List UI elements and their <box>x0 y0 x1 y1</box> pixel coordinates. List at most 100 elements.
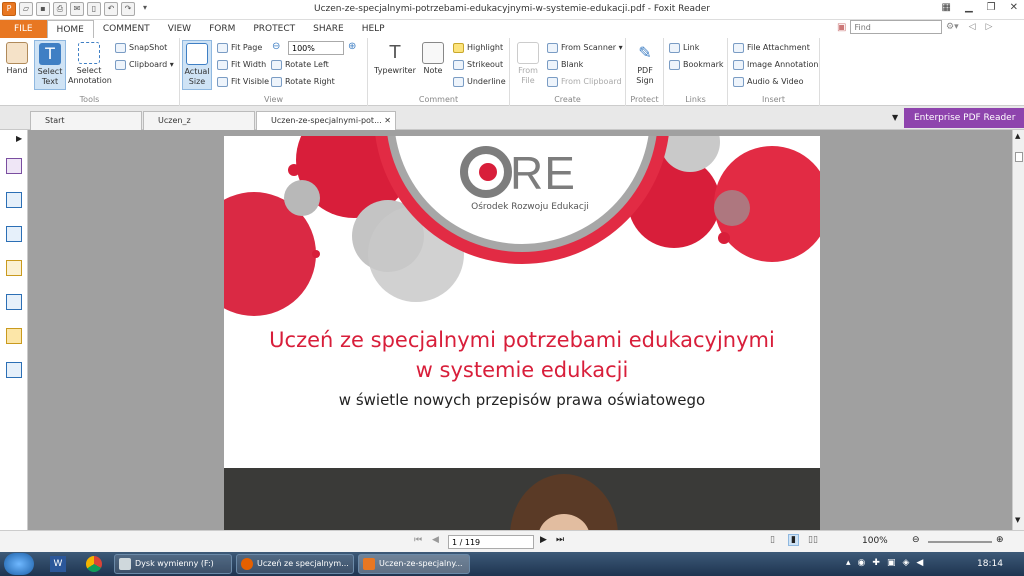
close-tab-icon[interactable]: ✕ <box>384 112 391 130</box>
scroll-thumb[interactable] <box>1015 152 1023 162</box>
enterprise-banner[interactable]: Enterprise PDF Reader <box>904 108 1024 128</box>
audio-video-label: Audio & Video <box>747 77 804 86</box>
underline-button[interactable]: Underline <box>452 75 506 89</box>
start-button[interactable] <box>4 553 34 575</box>
actual-size-button[interactable]: Actual Size <box>182 40 212 90</box>
continuous-view-icon[interactable]: ▮ <box>788 534 799 546</box>
tab-file[interactable]: FILE <box>0 20 47 38</box>
doc-tab-asperger[interactable]: Uczen_z zespolem_Asp... <box>143 111 255 143</box>
strikeout-button[interactable]: Strikeout <box>452 58 503 72</box>
taskbar-clock[interactable]: 18:14 <box>960 552 1020 576</box>
facing-view-icon[interactable]: ▯▯ <box>808 535 818 545</box>
last-page-icon[interactable]: ⏭ <box>556 535 564 545</box>
first-page-icon[interactable]: ⏮ <box>414 535 422 545</box>
zoom-out-icon[interactable]: ⊖ <box>272 41 280 52</box>
comments-panel-icon[interactable] <box>6 260 22 276</box>
signature-panel-icon[interactable] <box>6 362 22 378</box>
doc-tab-current[interactable]: Uczen-ze-specjalnymi-pot... ✕ <box>256 111 396 130</box>
tray-app-icon[interactable]: ✚ <box>872 558 880 568</box>
tray-app-icon[interactable]: ▣ <box>887 558 896 568</box>
taskbar-item-removable-drive[interactable]: Dysk wymienny (F:) <box>114 554 232 574</box>
from-file-button[interactable]: From File <box>514 40 542 90</box>
word-taskbar-icon[interactable]: W <box>50 556 66 572</box>
clipboard-button[interactable]: Clipboard ▾ <box>114 58 174 72</box>
taskbar-item-firefox[interactable]: Uczeń ze specjalnym... <box>236 554 354 574</box>
tab-view[interactable]: VIEW <box>159 20 200 38</box>
fit-visible-label: Fit Visible <box>231 77 270 86</box>
rotate-right-button[interactable]: Rotate Right <box>270 75 335 89</box>
rotate-left-icon <box>271 60 282 70</box>
next-view-icon[interactable]: ▷ <box>986 22 993 32</box>
tray-expand-icon[interactable]: ▴ <box>846 558 851 568</box>
previous-view-icon[interactable]: ◁ <box>969 22 976 32</box>
scroll-up-icon[interactable]: ▲ <box>1015 132 1020 140</box>
find-options-icon[interactable]: ▣ <box>837 22 846 33</box>
restore-icon[interactable]: ❐ <box>987 2 996 13</box>
zoom-plus-icon[interactable]: ⊕ <box>996 535 1004 545</box>
find-input[interactable] <box>850 20 943 34</box>
rotate-left-button[interactable]: Rotate Left <box>270 58 329 72</box>
underline-icon <box>453 77 464 87</box>
tab-comment[interactable]: COMMENT <box>94 20 159 38</box>
create-group-label: Create <box>554 95 581 104</box>
from-clipboard-button[interactable]: From Clipboard <box>546 75 622 89</box>
layers-panel-icon[interactable] <box>6 226 22 242</box>
attachments-panel-icon[interactable] <box>6 294 22 310</box>
select-text-button[interactable]: T Select Text <box>34 40 66 90</box>
next-page-icon[interactable]: ▶ <box>540 535 547 545</box>
pen-sign-icon: ✎ <box>638 43 652 62</box>
bookmarks-panel-icon[interactable] <box>6 158 22 174</box>
bookmark-icon <box>669 60 680 70</box>
scroll-down-icon[interactable]: ▼ <box>1015 516 1020 524</box>
tab-help[interactable]: HELP <box>353 20 394 38</box>
zoom-in-icon[interactable]: ⊕ <box>348 41 356 52</box>
vertical-scrollbar[interactable]: ▲ ▼ <box>1012 130 1024 530</box>
zoom-slider[interactable] <box>928 541 992 543</box>
doc-tab-start-label: Start <box>45 116 65 125</box>
pages-panel-icon[interactable] <box>6 192 22 208</box>
tab-share[interactable]: SHARE <box>304 20 353 38</box>
doc-tab-start[interactable]: Start <box>30 111 142 130</box>
from-clipboard-label: From Clipboard <box>561 77 622 86</box>
fit-visible-button[interactable]: Fit Visible <box>216 75 269 89</box>
pdf-sign-button[interactable]: ✎ PDF Sign <box>629 40 661 90</box>
note-button[interactable]: Note <box>420 40 446 90</box>
snapshot-button[interactable]: SnapShot <box>114 41 167 55</box>
audio-video-button[interactable]: Audio & Video <box>732 75 803 89</box>
page-number-input[interactable] <box>448 535 534 549</box>
file-attachment-button[interactable]: File Attachment <box>732 41 810 55</box>
fit-width-button[interactable]: Fit Width <box>216 58 266 72</box>
ribbon-options-icon[interactable]: ▦ <box>941 2 950 13</box>
document-viewer[interactable]: RE Ośrodek Rozwoju Edukacji Uczeń ze spe… <box>28 130 1012 530</box>
blank-button[interactable]: Blank <box>546 58 583 72</box>
image-annotation-button[interactable]: Image Annotation <box>732 58 818 72</box>
tabs-dropdown-icon[interactable]: ▼ <box>892 113 898 122</box>
from-scanner-button[interactable]: From Scanner ▾ <box>546 41 623 55</box>
zoom-input[interactable] <box>288 41 344 55</box>
tab-form[interactable]: FORM <box>200 20 244 38</box>
minimize-icon[interactable]: ▁ <box>965 2 973 13</box>
taskbar-item-foxit-label: Uczen-ze-specjalny... <box>379 559 463 568</box>
volume-icon[interactable]: ◀ <box>916 558 923 568</box>
single-page-view-icon[interactable]: ▯ <box>770 535 775 545</box>
zoom-value[interactable]: 100% <box>862 536 888 546</box>
fit-page-button[interactable]: Fit Page <box>216 41 262 55</box>
tray-app-icon[interactable]: ◈ <box>902 558 909 568</box>
close-window-icon[interactable]: ✕ <box>1010 2 1018 13</box>
typewriter-button[interactable]: T Typewriter <box>372 40 418 90</box>
bookmark-button[interactable]: Bookmark <box>668 58 724 72</box>
tab-home[interactable]: HOME <box>46 20 94 38</box>
tray-app-icon[interactable]: ◉ <box>858 558 866 568</box>
chrome-taskbar-icon[interactable] <box>86 556 102 572</box>
previous-page-icon[interactable]: ◀ <box>432 535 439 545</box>
expand-panel-icon[interactable]: ▶ <box>16 134 22 143</box>
select-annotation-button[interactable]: Select Annotation <box>68 40 112 90</box>
zoom-minus-icon[interactable]: ⊖ <box>912 535 920 545</box>
hand-button[interactable]: Hand <box>2 40 32 90</box>
tab-protect[interactable]: PROTECT <box>244 20 304 38</box>
settings-gear-icon[interactable]: ⚙▾ <box>946 22 959 32</box>
link-button[interactable]: Link <box>668 41 699 55</box>
taskbar-item-foxit[interactable]: Uczen-ze-specjalny... <box>358 554 470 574</box>
security-lock-icon[interactable] <box>6 328 22 344</box>
highlight-button[interactable]: Highlight <box>452 41 503 55</box>
